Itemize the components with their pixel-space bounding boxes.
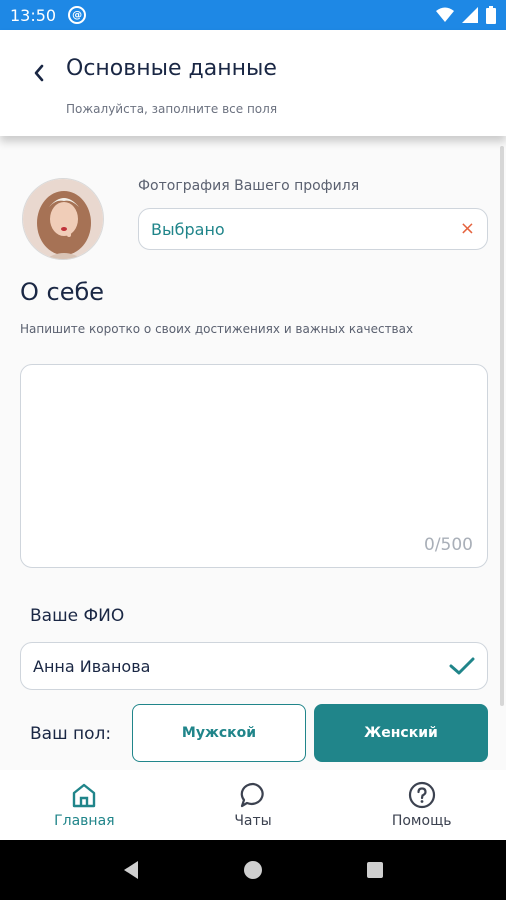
nav-label-home: Главная	[54, 813, 115, 829]
home-icon	[73, 783, 96, 808]
header: Основные данные Пожалуйста, заполните вс…	[0, 30, 506, 136]
status-icons	[436, 6, 496, 24]
help-icon	[408, 781, 435, 809]
nav-item-chats[interactable]: Чаты	[169, 770, 338, 840]
signal-icon	[462, 7, 478, 23]
back-button[interactable]	[26, 60, 52, 86]
clear-icon[interactable]: ×	[460, 220, 475, 238]
check-icon	[449, 657, 475, 675]
photo-field[interactable]: Выбрано ×	[138, 208, 488, 250]
photo-label: Фотография Вашего профиля	[138, 178, 360, 194]
status-bar: 13:50 @	[0, 0, 506, 30]
gender-label: Ваш пол:	[30, 724, 112, 744]
page-subtitle: Пожалуйста, заполните все поля	[66, 102, 278, 116]
recents-square-icon[interactable]	[364, 859, 386, 881]
notification-app-icon: @	[68, 6, 87, 24]
scrollbar[interactable]	[500, 146, 504, 706]
wifi-icon	[436, 7, 454, 22]
gender-male-button[interactable]: Мужской	[132, 704, 306, 762]
form-content[interactable]: Фотография Вашего профиля Выбрано × О се…	[0, 136, 506, 770]
gender-female-button[interactable]: Женский	[314, 704, 488, 762]
home-circle-icon[interactable]	[242, 859, 264, 881]
back-triangle-icon[interactable]	[120, 859, 142, 881]
chevron-left-icon	[34, 64, 44, 82]
page-title: Основные данные	[66, 56, 277, 81]
nav-label-chats: Чаты	[234, 813, 272, 829]
fio-input[interactable]: Анна Иванова	[20, 642, 488, 690]
bottom-nav: Главная Чаты Помощь	[0, 770, 506, 840]
nav-label-help: Помощь	[391, 813, 452, 829]
photo-value: Выбрано	[151, 219, 225, 239]
profile-photo[interactable]	[22, 178, 104, 260]
chat-icon	[240, 782, 264, 808]
char-counter: 0/500	[424, 535, 473, 555]
about-hint: Напишите коротко о своих достижениях и в…	[20, 322, 414, 336]
about-textarea[interactable]: 0/500	[20, 364, 488, 568]
system-nav-bar	[0, 840, 506, 900]
fio-label: Ваше ФИО	[30, 606, 125, 626]
status-time: 13:50	[10, 5, 57, 25]
nav-item-help[interactable]: Помощь	[337, 770, 506, 840]
about-title: О себе	[20, 278, 105, 306]
fio-value: Анна Иванова	[33, 656, 151, 676]
nav-item-home[interactable]: Главная	[0, 770, 169, 840]
battery-icon	[486, 6, 496, 24]
